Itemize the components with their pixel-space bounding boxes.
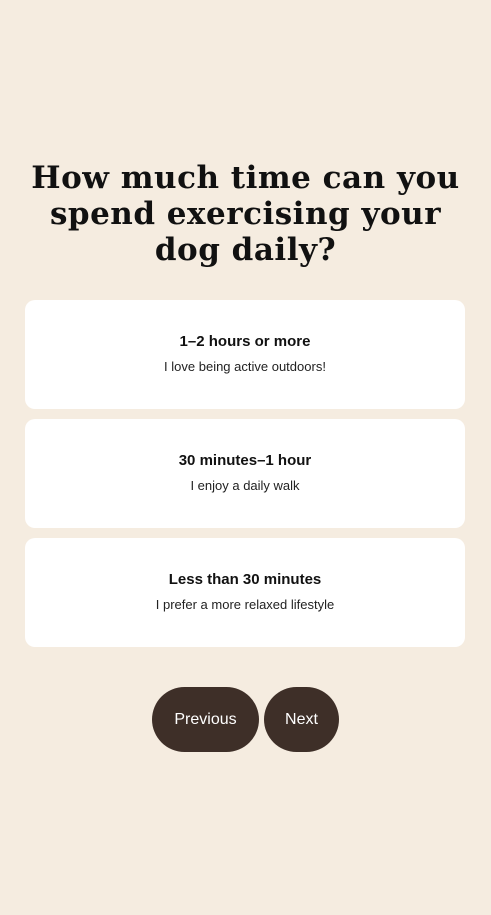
option-title: Less than 30 minutes	[168, 571, 322, 588]
option-description: I enjoy a daily walk	[190, 478, 300, 493]
option-card-1-2-hours[interactable]: 1–2 hours or more I love being active ou…	[25, 300, 465, 409]
question-title: How much time can you spend exercising y…	[31, 160, 460, 268]
navigation-buttons: Previous Next	[0, 687, 491, 752]
option-description: I love being active outdoors!	[164, 359, 326, 374]
option-card-30-min-1-hour[interactable]: 30 minutes–1 hour I enjoy a daily walk	[25, 419, 465, 528]
quiz-page: How much time can you spend exercising y…	[0, 0, 491, 915]
option-card-less-than-30-min[interactable]: Less than 30 minutes I prefer a more rel…	[25, 538, 465, 647]
option-title: 1–2 hours or more	[179, 333, 311, 350]
option-title: 30 minutes–1 hour	[178, 452, 312, 469]
next-button[interactable]: Next	[264, 687, 339, 752]
answer-options: 1–2 hours or more I love being active ou…	[25, 300, 465, 657]
option-description: I prefer a more relaxed lifestyle	[155, 597, 335, 612]
previous-button[interactable]: Previous	[152, 687, 259, 752]
